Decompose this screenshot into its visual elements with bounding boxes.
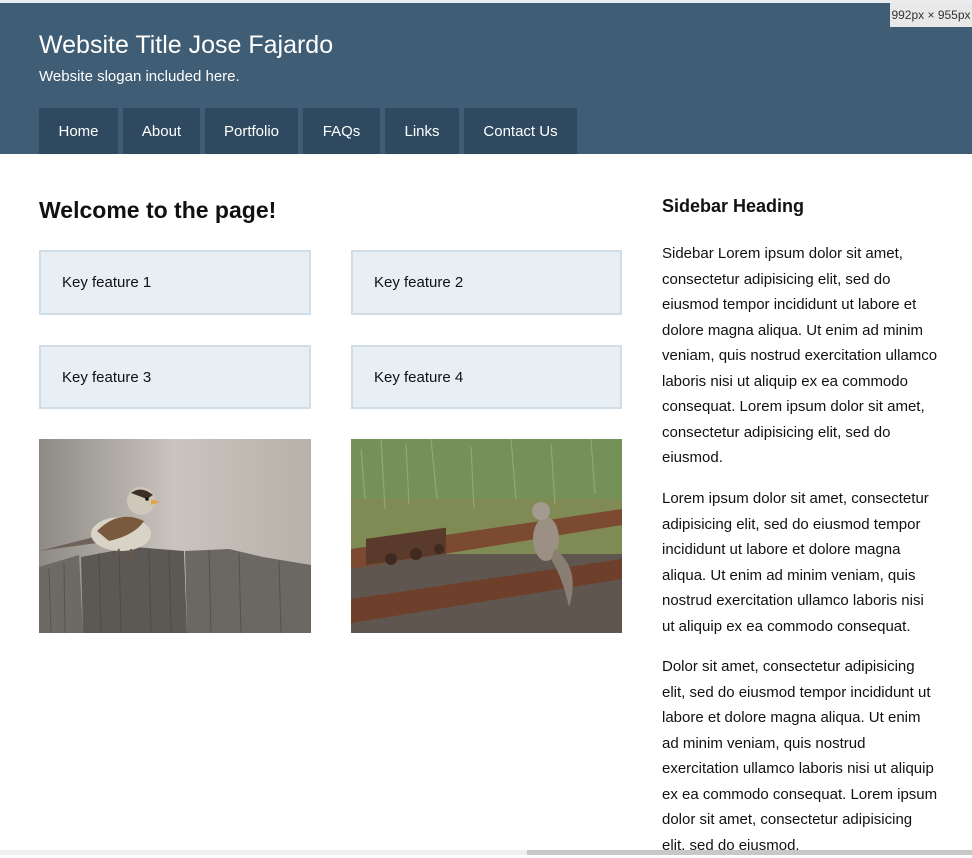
nav-item-portfolio[interactable]: Portfolio	[205, 108, 298, 154]
key-feature-1: Key feature 1	[39, 250, 311, 315]
nav-item-contact-us[interactable]: Contact Us	[464, 108, 577, 154]
nav-item-links[interactable]: Links	[385, 108, 459, 154]
page-heading: Welcome to the page!	[39, 197, 277, 223]
horizontal-scrollbar-thumb[interactable]	[527, 850, 972, 855]
sidebar-paragraph-2: Lorem ipsum dolor sit amet, consectetur …	[662, 490, 929, 635]
sidebar-paragraph-1: Sidebar Lorem ipsum dolor sit amet, cons…	[662, 245, 938, 466]
sparrow-image	[39, 439, 311, 633]
nav-item-about[interactable]: About	[123, 108, 200, 154]
site-slogan: Website slogan included here.	[39, 68, 240, 85]
nav-item-faqs[interactable]: FAQs	[303, 108, 380, 154]
site-header: Website Title Jose Fajardo Website sloga…	[0, 3, 972, 154]
sidebar-heading: Sidebar Heading	[662, 196, 805, 216]
sidebar-paragraph-3: Dolor sit amet, consectetur adipisicing …	[662, 658, 938, 854]
key-feature-2: Key feature 2	[351, 250, 622, 315]
site-title[interactable]: Website Title Jose Fajardo	[39, 31, 333, 60]
viewport-size-badge: 992px × 955px	[890, 3, 972, 27]
squirrel-image	[351, 439, 622, 633]
key-feature-3: Key feature 3	[39, 345, 311, 409]
key-feature-4: Key feature 4	[351, 345, 622, 409]
main-nav: Home About Portfolio FAQs Links Contact …	[39, 108, 577, 154]
nav-item-home[interactable]: Home	[39, 108, 118, 154]
